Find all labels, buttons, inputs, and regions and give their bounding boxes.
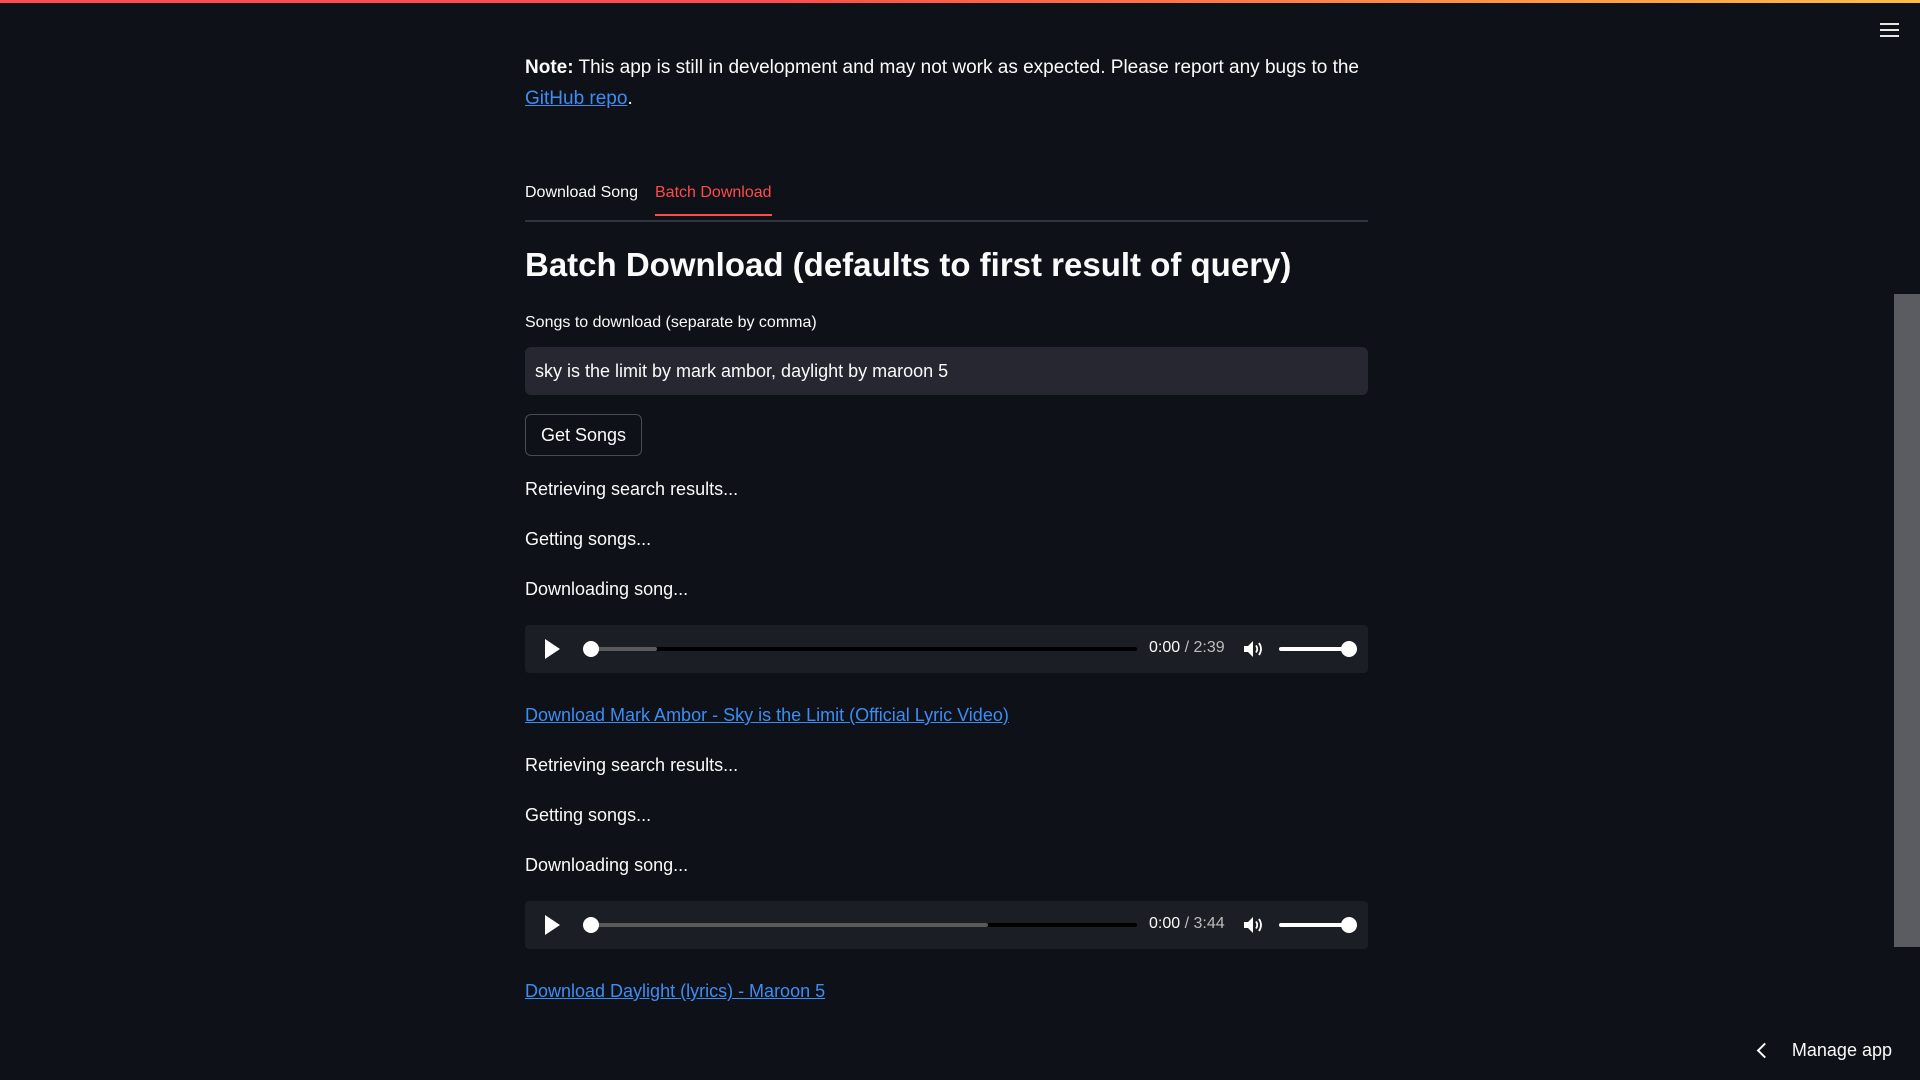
- volume-icon[interactable]: [1243, 915, 1265, 935]
- scrollbar-thumb[interactable]: [1894, 294, 1920, 947]
- audio-player: 0:00 / 3:44: [525, 901, 1368, 949]
- seek-knob[interactable]: [583, 917, 599, 933]
- seek-slider[interactable]: [583, 917, 1137, 933]
- tab-download-song[interactable]: Download Song: [525, 184, 638, 214]
- manage-app-label: Manage app: [1791, 1040, 1892, 1060]
- volume-slider[interactable]: [1279, 641, 1357, 657]
- time-separator: /: [1184, 915, 1190, 932]
- download-link[interactable]: Download Mark Ambor - Sky is the Limit (…: [525, 705, 1009, 726]
- tab-batch-download[interactable]: Batch Download: [655, 184, 772, 216]
- current-time: 0:00: [1149, 915, 1181, 932]
- volume-knob[interactable]: [1341, 917, 1357, 933]
- songs-input[interactable]: sky is the limit by mark ambor, daylight…: [525, 347, 1368, 395]
- status-retrieving: Retrieving search results...: [525, 479, 739, 499]
- github-repo-link[interactable]: GitHub repo: [525, 88, 627, 109]
- scrollbar[interactable]: [1894, 0, 1920, 1080]
- status-downloading: Downloading song...: [525, 579, 689, 599]
- time-display: 0:00 / 3:44: [1149, 915, 1225, 933]
- get-songs-button[interactable]: Get Songs: [525, 414, 643, 456]
- seek-buffered: [585, 923, 988, 927]
- seek-knob[interactable]: [583, 641, 599, 657]
- duration: 2:39: [1193, 639, 1225, 656]
- status-getting: Getting songs...: [525, 529, 652, 549]
- tab-bar: Download Song Batch Download: [525, 178, 1368, 222]
- top-decoration-bar: [0, 0, 1920, 3]
- status-downloading: Downloading song...: [525, 855, 689, 875]
- note-prefix: Note:: [525, 57, 574, 78]
- status-retrieving: Retrieving search results...: [525, 755, 739, 775]
- audio-player: 0:00 / 2:39: [525, 625, 1368, 673]
- current-time: 0:00: [1149, 639, 1181, 656]
- status-getting: Getting songs...: [525, 805, 652, 825]
- volume-icon[interactable]: [1243, 639, 1265, 659]
- note-text: This app is still in development and may…: [573, 57, 1359, 78]
- note-suffix: .: [627, 88, 633, 109]
- songs-input-label: Songs to download (separate by comma): [525, 314, 817, 331]
- manage-app-button[interactable]: Manage app: [1756, 1040, 1892, 1061]
- volume-slider[interactable]: [1279, 917, 1357, 933]
- time-display: 0:00 / 2:39: [1149, 639, 1225, 657]
- duration: 3:44: [1193, 915, 1225, 932]
- dev-note: Note: This app is still in development a…: [525, 52, 1368, 114]
- chevron-left-icon: [1756, 1042, 1773, 1059]
- volume-knob[interactable]: [1341, 641, 1357, 657]
- seek-slider[interactable]: [583, 641, 1137, 657]
- page-title: Batch Download (defaults to first result…: [525, 246, 1292, 283]
- download-link[interactable]: Download Daylight (lyrics) - Maroon 5: [525, 981, 825, 1002]
- play-icon[interactable]: [545, 915, 560, 935]
- time-separator: /: [1184, 639, 1190, 656]
- play-icon[interactable]: [545, 639, 560, 659]
